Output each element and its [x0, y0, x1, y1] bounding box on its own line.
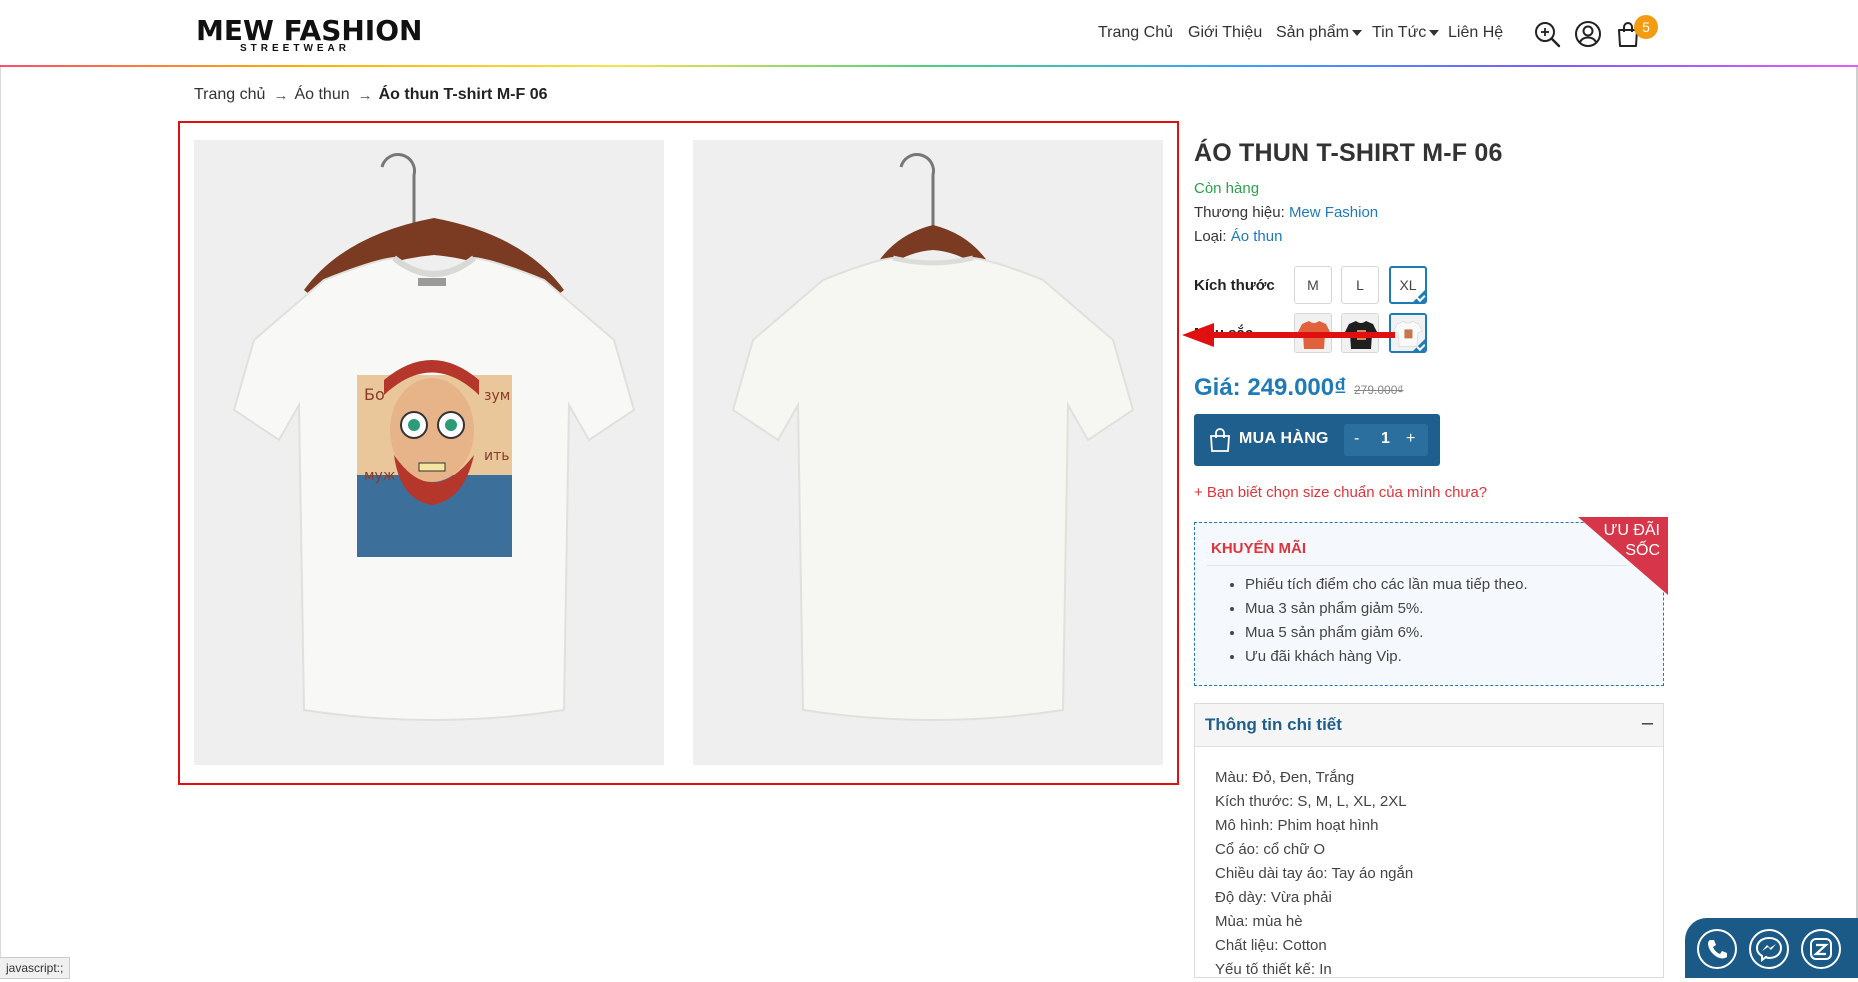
phone-icon[interactable] [1697, 929, 1737, 969]
quantity-stepper: - 1 + [1344, 424, 1428, 456]
svg-text:зум: зум [484, 388, 510, 404]
nav-contact[interactable]: Liên Hệ [1448, 24, 1503, 42]
nav-home[interactable]: Trang Chủ [1098, 24, 1173, 42]
product-price: Giá: 249.000₫ [1194, 374, 1346, 402]
product-brand: Thương hiệu: Mew Fashion [1194, 204, 1378, 221]
cart-count-badge: 5 [1634, 15, 1658, 39]
breadcrumb-category[interactable]: Áo thun [294, 86, 349, 104]
breadcrumb: Trang chủ → Áo thun → Áo thun T-shirt M-… [194, 86, 547, 104]
product-title: ÁO THUN T-SHIRT M-F 06 [1194, 139, 1503, 167]
buy-button-label: MUA HÀNG [1239, 430, 1329, 447]
shopping-bag-icon [1210, 428, 1230, 452]
user-icon[interactable] [1574, 20, 1602, 48]
size-guide-link[interactable]: + Bạn biết chọn size chuẩn của mình chưa… [1194, 484, 1487, 501]
promo-item: Phiếu tích điểm cho các lần mua tiếp the… [1245, 573, 1528, 597]
nav-news[interactable]: Tin Tức [1372, 24, 1440, 42]
header-divider [0, 65, 1858, 67]
product-image-back[interactable] [693, 140, 1163, 765]
check-icon [1412, 289, 1426, 303]
details-panel: Thông tin chi tiết – Màu: Đỏ, Đen, Trắng… [1194, 703, 1664, 978]
svg-text:Бо: Бо [364, 385, 385, 404]
brand-link[interactable]: Mew Fashion [1289, 204, 1378, 221]
detail-item: Độ dày: Vừa phải [1215, 889, 1332, 906]
annotation-arrow-icon [1182, 323, 1395, 347]
qty-increase-button[interactable]: + [1406, 430, 1415, 448]
detail-item: Chiều dài tay áo: Tay áo ngắn [1215, 865, 1414, 882]
chevron-down-icon [1351, 30, 1362, 36]
type-link[interactable]: Áo thun [1231, 228, 1283, 245]
detail-item: Màu: Đỏ, Đen, Trắng [1215, 769, 1355, 786]
logo-subtitle: STREETWEAR [240, 43, 350, 54]
breadcrumb-current: Áo thun T-shirt M-F 06 [378, 86, 548, 103]
size-label: Kích thước [1194, 277, 1275, 294]
detail-item: Yếu tố thiết kế: In [1215, 961, 1332, 978]
size-option-l[interactable]: L [1341, 266, 1379, 304]
promo-divider [1207, 565, 1627, 566]
detail-item: Mùa: mùa hè [1215, 913, 1303, 930]
logo-text: MEW FASHION [196, 14, 423, 47]
detail-item: Cổ áo: cổ chữ O [1215, 841, 1326, 858]
detail-item: Kích thước: S, M, L, XL, 2XL [1215, 793, 1407, 810]
detail-item: Mô hình: Phim hoạt hình [1215, 817, 1379, 834]
details-list: Màu: Đỏ, Đen, Trắng Kích thước: S, M, L,… [1215, 766, 1413, 982]
arrow-right-icon: → [273, 86, 289, 104]
ribbon-line-1: ƯU ĐÃI [1603, 522, 1660, 539]
nav-news-label: Tin Tức [1372, 24, 1427, 41]
old-price: 279.000₫ [1354, 383, 1404, 397]
brand-label: Thương hiệu: [1194, 204, 1285, 221]
promo-title: KHUYẾN MÃI [1211, 540, 1307, 557]
zalo-icon[interactable] [1801, 929, 1841, 969]
promo-item: Ưu đãi khách hàng Vip. [1245, 645, 1528, 669]
nav-about[interactable]: Giới Thiệu [1188, 24, 1262, 42]
nav-products-label: Sản phẩm [1276, 24, 1349, 41]
check-icon [1412, 338, 1425, 351]
buy-button[interactable]: MUA HÀNG - 1 + [1194, 414, 1440, 466]
ribbon-text: ƯU ĐÃI SỐC [1604, 521, 1660, 561]
promo-ribbon: ƯU ĐÃI SỐC [1578, 517, 1668, 595]
nav-products[interactable]: Sản phẩm [1276, 24, 1362, 42]
collapse-icon[interactable]: – [1642, 712, 1653, 735]
product-image-front[interactable]: Бо зум муж ить [194, 140, 664, 765]
price-label: Giá: [1194, 374, 1241, 401]
size-option-m[interactable]: M [1294, 266, 1332, 304]
chevron-down-icon [1429, 30, 1440, 36]
search-icon[interactable] [1533, 20, 1561, 48]
promo-list: Phiếu tích điểm cho các lần mua tiếp the… [1225, 573, 1528, 669]
arrow-right-icon: → [357, 86, 373, 104]
svg-text:муж: муж [364, 468, 396, 484]
details-title: Thông tin chi tiết [1205, 715, 1342, 734]
product-type: Loại: Áo thun [1194, 228, 1282, 245]
promo-item: Mua 3 sản phẩm giảm 5%. [1245, 597, 1528, 621]
breadcrumb-home[interactable]: Trang chủ [194, 86, 265, 104]
stock-status: Còn hàng [1194, 180, 1260, 197]
site-header: MEW FASHION STREETWEAR Trang Chủ Giới Th… [0, 0, 1858, 66]
type-label: Loại: [1194, 228, 1227, 245]
messenger-icon[interactable] [1749, 929, 1789, 969]
svg-text:ить: ить [484, 448, 510, 464]
qty-decrease-button[interactable]: - [1354, 430, 1359, 448]
contact-float-bar [1685, 918, 1858, 978]
price-value: 249.000₫ [1247, 374, 1347, 401]
browser-status-bar: javascript:; [0, 957, 71, 979]
details-header[interactable]: Thông tin chi tiết – [1195, 704, 1663, 747]
qty-value[interactable]: 1 [1381, 430, 1390, 448]
detail-item: Chất liệu: Cotton [1215, 937, 1327, 954]
promo-item: Mua 5 sản phẩm giảm 6%. [1245, 621, 1528, 645]
size-option-xl[interactable]: XL [1389, 266, 1427, 304]
site-logo[interactable]: MEW FASHION STREETWEAR [196, 16, 422, 55]
ribbon-line-2: SỐC [1625, 542, 1660, 559]
